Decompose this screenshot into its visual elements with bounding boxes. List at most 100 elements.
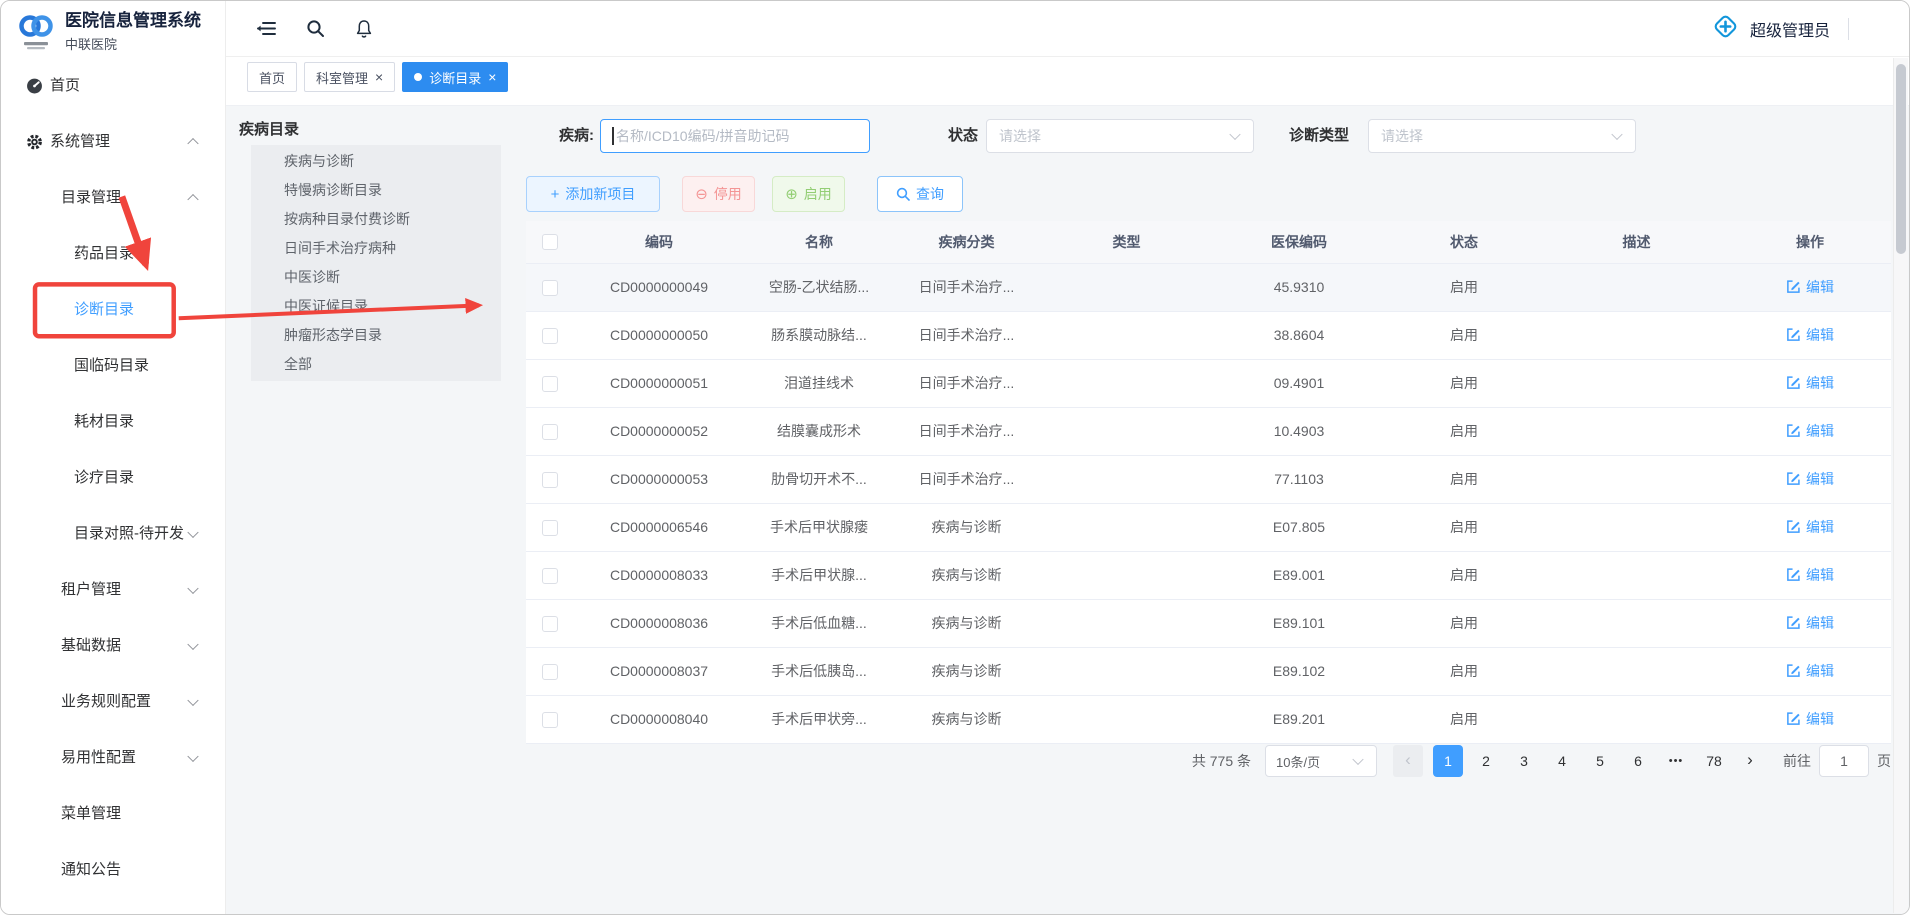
row-checkbox[interactable] bbox=[542, 328, 558, 344]
page-78[interactable]: 78 bbox=[1699, 745, 1729, 777]
table-row: CD0000008033手术后甲状腺...疾病与诊断E89.001启用编辑 bbox=[526, 551, 1891, 599]
scrollbar-thumb[interactable] bbox=[1896, 64, 1906, 254]
collapse-menu-icon[interactable] bbox=[256, 20, 276, 37]
tab-诊断目录[interactable]: 诊断目录× bbox=[402, 62, 508, 92]
row-checkbox[interactable] bbox=[542, 616, 558, 632]
dashboard-icon bbox=[26, 78, 43, 95]
select-all-checkbox[interactable] bbox=[542, 234, 558, 250]
disease-search-input[interactable] bbox=[600, 119, 870, 153]
row-actions-cell: 编辑 bbox=[1729, 599, 1891, 647]
minus-circle-icon: ⊖ bbox=[695, 187, 708, 202]
edit-button[interactable]: 编辑 bbox=[1786, 421, 1834, 441]
user-area[interactable]: 超级管理员 bbox=[1712, 13, 1830, 45]
sidebar-item-基础数据[interactable]: 基础数据 bbox=[1, 618, 225, 674]
sidebar-item-诊疗目录[interactable]: 诊疗目录 bbox=[1, 450, 225, 506]
row-checkbox[interactable] bbox=[542, 568, 558, 584]
page-size-select[interactable]: 10条/页 bbox=[1265, 745, 1377, 777]
row-checkbox[interactable] bbox=[542, 424, 558, 440]
catalog-item-中医证候目录[interactable]: 中医证候目录 bbox=[251, 292, 501, 321]
cell-status: 启用 bbox=[1384, 455, 1544, 503]
cell-name: 肋骨切开术不... bbox=[744, 455, 894, 503]
row-actions-cell: 编辑 bbox=[1729, 311, 1891, 359]
pagination-total: 共 775 条 bbox=[1192, 751, 1251, 771]
prev-page-button[interactable]: ‹ bbox=[1393, 745, 1423, 777]
sidebar-item-国临码目录[interactable]: 国临码目录 bbox=[1, 338, 225, 394]
edit-label: 编辑 bbox=[1806, 277, 1834, 297]
column-header-名称: 名称 bbox=[744, 221, 894, 263]
edit-button[interactable]: 编辑 bbox=[1786, 469, 1834, 489]
sidebar-item-label: 国临码目录 bbox=[74, 357, 149, 374]
edit-button[interactable]: 编辑 bbox=[1786, 277, 1834, 297]
catalog-item-肿瘤形态学目录[interactable]: 肿瘤形态学目录 bbox=[251, 321, 501, 350]
row-checkbox[interactable] bbox=[542, 376, 558, 392]
next-page-button[interactable]: › bbox=[1737, 745, 1763, 777]
sidebar-item-诊断目录[interactable]: 诊断目录 bbox=[1, 282, 225, 338]
edit-button[interactable]: 编辑 bbox=[1786, 709, 1834, 729]
page-1[interactable]: 1 bbox=[1433, 745, 1463, 777]
row-actions-cell: 编辑 bbox=[1729, 503, 1891, 551]
close-icon[interactable]: × bbox=[375, 70, 383, 84]
sidebar-item-业务规则配置[interactable]: 业务规则配置 bbox=[1, 674, 225, 730]
catalog-item-疾病与诊断[interactable]: 疾病与诊断 bbox=[251, 147, 501, 176]
row-checkbox[interactable] bbox=[542, 520, 558, 536]
edit-button[interactable]: 编辑 bbox=[1786, 517, 1834, 537]
sidebar-item-label: 系统管理 bbox=[50, 133, 110, 150]
add-item-button[interactable]: + 添加新项目 bbox=[526, 176, 660, 212]
active-tab-dot-icon bbox=[414, 73, 422, 81]
bell-icon[interactable] bbox=[355, 19, 373, 39]
page-5[interactable]: 5 bbox=[1585, 745, 1615, 777]
close-icon[interactable]: × bbox=[488, 70, 496, 84]
catalog-item-中医诊断[interactable]: 中医诊断 bbox=[251, 263, 501, 292]
page-4[interactable]: 4 bbox=[1547, 745, 1577, 777]
catalog-item-特慢病诊断目录[interactable]: 特慢病诊断目录 bbox=[251, 176, 501, 205]
row-checkbox-cell bbox=[526, 695, 574, 743]
catalog-title: 疾病目录 bbox=[239, 118, 299, 139]
goto-page-input[interactable] bbox=[1819, 745, 1869, 777]
catalog-item-按病种目录付费诊断[interactable]: 按病种目录付费诊断 bbox=[251, 205, 501, 234]
row-checkbox[interactable] bbox=[542, 280, 558, 296]
cell-description bbox=[1544, 695, 1729, 743]
cell-name: 肠系膜动脉结... bbox=[744, 311, 894, 359]
cell-category: 疾病与诊断 bbox=[894, 599, 1039, 647]
search-icon[interactable] bbox=[306, 19, 325, 38]
tab-科室管理[interactable]: 科室管理× bbox=[304, 62, 395, 92]
status-select[interactable]: 请选择 bbox=[986, 119, 1254, 153]
sidebar-item-首页[interactable]: 首页 bbox=[1, 58, 225, 114]
query-button[interactable]: 查询 bbox=[877, 176, 963, 212]
row-checkbox[interactable] bbox=[542, 712, 558, 728]
sidebar-item-菜单管理[interactable]: 菜单管理 bbox=[1, 786, 225, 842]
sidebar-item-通知公告[interactable]: 通知公告 bbox=[1, 842, 225, 898]
row-actions-cell: 编辑 bbox=[1729, 647, 1891, 695]
sidebar-item-耗材目录[interactable]: 耗材目录 bbox=[1, 394, 225, 450]
disable-button[interactable]: ⊖ 停用 bbox=[682, 176, 755, 212]
catalog-item-全部[interactable]: 全部 bbox=[251, 350, 501, 379]
page-3[interactable]: 3 bbox=[1509, 745, 1539, 777]
edit-button[interactable]: 编辑 bbox=[1786, 613, 1834, 633]
page-2[interactable]: 2 bbox=[1471, 745, 1501, 777]
sidebar-item-目录对照-待开发[interactable]: 目录对照-待开发 bbox=[1, 506, 225, 562]
diagnosis-type-select[interactable]: 请选择 bbox=[1368, 119, 1636, 153]
edit-button[interactable]: 编辑 bbox=[1786, 661, 1834, 681]
page-ellipsis[interactable]: ••• bbox=[1661, 745, 1691, 777]
sidebar-item-租户管理[interactable]: 租户管理 bbox=[1, 562, 225, 618]
sidebar-item-label: 诊断目录 bbox=[74, 301, 134, 318]
chevron-down-icon bbox=[187, 695, 198, 706]
sidebar-item-易用性配置[interactable]: 易用性配置 bbox=[1, 730, 225, 786]
sidebar-item-药品目录[interactable]: 药品目录 bbox=[1, 226, 225, 282]
edit-button[interactable]: 编辑 bbox=[1786, 565, 1834, 585]
cell-type bbox=[1039, 647, 1214, 695]
row-checkbox[interactable] bbox=[542, 472, 558, 488]
sidebar-item-系统管理[interactable]: 系统管理 bbox=[1, 114, 225, 170]
edit-button[interactable]: 编辑 bbox=[1786, 373, 1834, 393]
page-unit-label: 页 bbox=[1877, 751, 1891, 771]
sidebar-item-目录管理[interactable]: 目录管理 bbox=[1, 170, 225, 226]
scrollbar-track[interactable] bbox=[1893, 58, 1908, 913]
enable-button[interactable]: ⊕ 启用 bbox=[772, 176, 845, 212]
query-label: 查询 bbox=[916, 184, 944, 204]
page-6[interactable]: 6 bbox=[1623, 745, 1653, 777]
tab-首页[interactable]: 首页 bbox=[247, 62, 297, 92]
row-checkbox[interactable] bbox=[542, 664, 558, 680]
edit-button[interactable]: 编辑 bbox=[1786, 325, 1834, 345]
catalog-item-日间手术治疗病种[interactable]: 日间手术治疗病种 bbox=[251, 234, 501, 263]
cell-insurance_code: 09.4901 bbox=[1214, 359, 1384, 407]
